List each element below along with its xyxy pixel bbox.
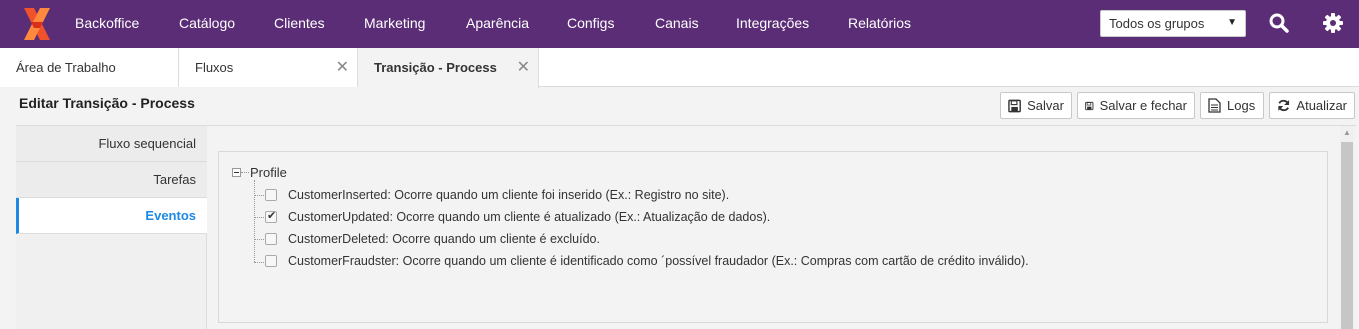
tree-connector <box>254 262 264 263</box>
tab-fluxos[interactable]: Fluxos ✕ <box>179 48 358 87</box>
refresh-icon <box>1278 99 1290 112</box>
event-checkbox[interactable] <box>265 209 277 223</box>
nav-canais[interactable]: Canais <box>655 15 699 31</box>
save-icon <box>1008 99 1021 112</box>
tab-label: Transição - Process <box>374 60 497 75</box>
nav-integracoes[interactable]: Integrações <box>736 15 809 31</box>
nav-backoffice[interactable]: Backoffice <box>75 15 139 31</box>
event-checkbox[interactable] <box>265 189 277 201</box>
side-item-fluxo-sequencial[interactable]: Fluxo sequencial <box>16 126 207 162</box>
side-item-eventos[interactable]: Eventos <box>16 198 207 234</box>
event-checkbox[interactable] <box>265 255 277 267</box>
save-close-label: Salvar e fechar <box>1099 98 1187 113</box>
tab-label: Área de Trabalho <box>16 60 116 75</box>
tab-bar: Área de Trabalho Fluxos ✕ Transição - Pr… <box>0 48 1359 88</box>
search-icon[interactable] <box>1268 12 1290 34</box>
nav-clientes[interactable]: Clientes <box>274 15 325 31</box>
save-close-button[interactable]: Salvar e fechar <box>1077 92 1195 119</box>
tree-connector <box>254 180 255 262</box>
event-label: CustomerInserted: Ocorre quando um clien… <box>288 188 730 202</box>
caret-down-icon: ▼ <box>1227 17 1237 28</box>
logs-label: Logs <box>1227 98 1256 113</box>
save-icon <box>1085 101 1094 110</box>
logs-button[interactable]: Logs <box>1200 92 1264 119</box>
tree-connector <box>254 195 264 196</box>
nav-aparencia[interactable]: Aparência <box>466 15 529 31</box>
tree-connector <box>254 217 264 218</box>
nav-relatorios[interactable]: Relatórios <box>848 15 911 31</box>
brand-logo[interactable] <box>20 6 54 42</box>
refresh-button[interactable]: Atualizar <box>1269 92 1355 119</box>
document-icon <box>1208 98 1221 113</box>
top-navbar: Backoffice Catálogo Clientes Marketing A… <box>0 0 1359 48</box>
save-button[interactable]: Salvar <box>1000 92 1072 119</box>
tree-root-label: Profile <box>250 165 287 180</box>
event-label: CustomerFraudster: Ocorre quando um clie… <box>288 254 1029 268</box>
gear-icon[interactable] <box>1322 12 1344 34</box>
refresh-label: Atualizar <box>1296 98 1347 113</box>
side-menu: Fluxo sequencial Tarefas Eventos <box>16 126 207 329</box>
close-icon[interactable]: ✕ <box>336 57 349 77</box>
page-title: Editar Transição - Process <box>19 95 195 111</box>
group-select-value: Todos os grupos <box>1109 16 1205 31</box>
event-label: CustomerDeleted: Ocorre quando um client… <box>288 232 600 246</box>
nav-catalogo[interactable]: Catálogo <box>179 15 235 31</box>
scrollbar-thumb[interactable] <box>1341 142 1353 329</box>
save-label: Salvar <box>1027 98 1064 113</box>
group-select[interactable]: Todos os grupos ▼ <box>1100 10 1246 37</box>
tree-connector <box>241 172 249 173</box>
event-label: CustomerUpdated: Ocorre quando um client… <box>288 210 771 224</box>
tab-area-de-trabalho[interactable]: Área de Trabalho <box>0 48 179 87</box>
tree-connector <box>254 239 264 240</box>
close-icon[interactable]: ✕ <box>517 57 530 77</box>
event-checkbox[interactable] <box>265 233 277 245</box>
tab-label: Fluxos <box>195 60 234 75</box>
scroll-up-icon[interactable]: ▲ <box>1343 128 1351 137</box>
nav-marketing[interactable]: Marketing <box>364 15 425 31</box>
nav-configs[interactable]: Configs <box>567 15 614 31</box>
tab-transicao-process[interactable]: Transição - Process ✕ <box>358 48 539 88</box>
side-item-tarefas[interactable]: Tarefas <box>16 162 207 198</box>
collapse-icon[interactable] <box>232 168 241 177</box>
